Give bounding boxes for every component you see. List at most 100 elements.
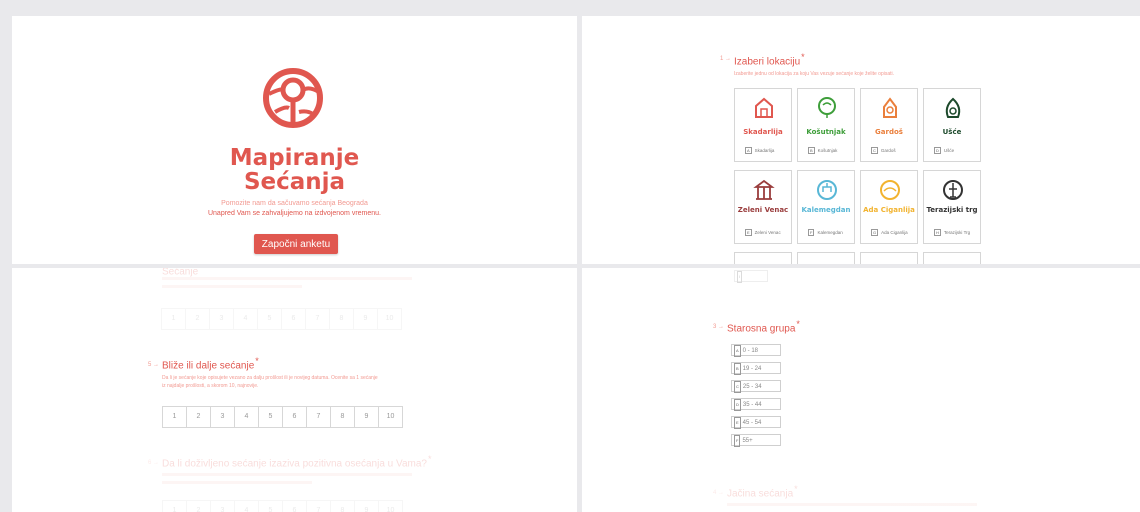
question-description-placeholder [162, 472, 422, 486]
start-survey-button[interactable]: Započni anketu [254, 234, 338, 254]
location-option-partial[interactable] [797, 252, 855, 264]
scale-option[interactable]: 3 [209, 308, 234, 330]
scale-option[interactable]: 5 [258, 500, 283, 512]
memory-question-panel: Sećanje* 1 2 3 4 5 6 7 8 9 10 5 → Bliže … [12, 268, 577, 512]
scale-option[interactable]: 3 [210, 500, 235, 512]
age-option-25-34[interactable]: C 25 - 34 [731, 380, 781, 393]
location-option-label: B Košutnjak [808, 147, 837, 154]
scale-option-2[interactable]: 2 [186, 406, 211, 428]
age-question-panel: I 3 → Starosna grupa* A0 - 18 B 19 - 24 C… [582, 268, 1140, 512]
option-text: 35 - 44 [742, 402, 762, 408]
tower-icon [883, 97, 897, 118]
scale-option[interactable]: 1 [162, 500, 187, 512]
rating-scale: 1 2 3 4 5 6 7 8 9 10 [162, 406, 403, 428]
location-option-usce[interactable]: Ušće D Ušće [923, 88, 981, 162]
location-option-ada-ciganlija[interactable]: Ada Ciganlija G Ada Ciganlija [860, 170, 918, 244]
location-name: Ada Ciganlija [863, 206, 915, 214]
question-title-text: Izaberi lokaciju [734, 56, 801, 68]
scale-option-10[interactable]: 10 [378, 406, 403, 428]
scale-option-7[interactable]: 7 [306, 406, 331, 428]
location-option-label: E Zeleni Venac [745, 229, 781, 236]
scale-option-8[interactable]: 8 [330, 406, 355, 428]
question-title: Da li doživljeno sećanje izaziva pozitiv… [162, 454, 431, 469]
location-question-panel: 1 → Izaberi lokaciju* Izaberite jednu od… [582, 16, 1140, 264]
scale-option[interactable]: 7 [306, 500, 331, 512]
location-option-label: G Ada Ciganlija [871, 229, 908, 236]
question-description-line1: Da li je sećanje koje opisujete vezano z… [162, 375, 378, 381]
question-title-text: Starosna grupa [727, 323, 796, 335]
scale-option[interactable]: 6 [282, 500, 307, 512]
location-option-label: A Skadarlija [745, 147, 774, 154]
scale-option-3[interactable]: 3 [210, 406, 235, 428]
option-key: F [808, 229, 815, 236]
scale-option[interactable]: 5 [257, 308, 282, 330]
fountain-icon [943, 180, 963, 200]
location-name: Skadarlija [743, 128, 783, 136]
scale-option-9[interactable]: 9 [354, 406, 379, 428]
age-option-0-18[interactable]: A0 - 18 [731, 344, 781, 357]
partial-option[interactable]: I [734, 270, 768, 283]
scale-option[interactable]: 2 [185, 308, 210, 330]
welcome-subtitle: Pomozite nam da sačuvamo sećanja Beograd… [221, 200, 368, 207]
option-key: A [734, 345, 741, 357]
question-title: Bliže ili dalje sećanje* [162, 356, 259, 371]
location-option-zeleni-venac[interactable]: Zeleni Venac E Zeleni Venac [734, 170, 792, 244]
option-text: Terazijski Trg [943, 230, 971, 235]
option-key: D [934, 147, 941, 154]
question-title: Starosna grupa* [727, 319, 800, 334]
location-name: Ušće [942, 128, 962, 136]
question-description-line2: iz najdalje prošlosti, a skorom 10, najn… [162, 383, 259, 389]
option-text: Zeleni Venac [754, 230, 781, 235]
option-text: Ada Ciganlija [881, 230, 908, 235]
location-option-skadarlija[interactable]: Skadarlija A Skadarlija [734, 88, 792, 162]
scale-option[interactable]: 9 [353, 308, 378, 330]
rating-scale-next: 1 2 3 4 5 6 7 8 9 10 [162, 500, 403, 512]
question-number: 6 → [148, 460, 160, 466]
scale-option[interactable]: 1 [161, 308, 186, 330]
age-option-35-44[interactable]: D 35 - 44 [731, 398, 781, 411]
location-option-terazijski-trg[interactable]: Terazijski trg H Terazijski Trg [923, 170, 981, 244]
scale-option[interactable]: 10 [378, 500, 403, 512]
option-key: F [734, 435, 741, 447]
location-option-partial[interactable] [734, 252, 792, 264]
sun-icon [880, 180, 900, 200]
age-option-45-54[interactable]: E 45 - 54 [731, 416, 781, 429]
location-name: Gardoš [875, 128, 903, 136]
location-option-partial[interactable] [860, 252, 918, 264]
scale-option[interactable]: 9 [354, 500, 379, 512]
scale-option-4[interactable]: 4 [234, 406, 259, 428]
required-marker: * [796, 319, 800, 329]
required-marker: * [199, 268, 203, 272]
location-option-kosutnjak[interactable]: Košutnjak B Košutnjak [797, 88, 855, 162]
option-text: 55+ [742, 438, 753, 444]
scale-option-6[interactable]: 6 [282, 406, 307, 428]
location-name: Zeleni Venac [737, 206, 789, 214]
location-option-kalemegdan[interactable]: Kalemegdan F Kalemegdan [797, 170, 855, 244]
scale-option[interactable]: 10 [377, 308, 402, 330]
scale-option[interactable]: 2 [186, 500, 211, 512]
scale-option[interactable]: 8 [329, 308, 354, 330]
question-description: Izaberite jednu od lokacija za koju Vas … [734, 71, 894, 77]
option-key: A [745, 147, 752, 154]
tree-icon [818, 97, 836, 118]
question-title-text: Da li doživljeno sećanje izaziva pozitiv… [162, 458, 427, 470]
scale-option[interactable]: 8 [330, 500, 355, 512]
scale-option-5[interactable]: 5 [258, 406, 283, 428]
option-text: 19 - 24 [742, 366, 762, 372]
age-option-55-plus[interactable]: F 55+ [731, 434, 781, 447]
option-key: H [934, 229, 941, 236]
scale-option[interactable]: 7 [305, 308, 330, 330]
age-option-19-24[interactable]: B 19 - 24 [731, 362, 781, 375]
location-option-label: H Terazijski Trg [934, 229, 970, 236]
location-name: Košutnjak [806, 128, 846, 136]
scale-option[interactable]: 6 [281, 308, 306, 330]
question-number: 1 → [720, 56, 732, 62]
rating-scale-prev: 1 2 3 4 5 6 7 8 9 10 [161, 308, 402, 330]
question-description-placeholder [727, 502, 987, 508]
scale-option[interactable]: 4 [234, 500, 259, 512]
location-option-gardos[interactable]: Gardoš C Gardoš [860, 88, 918, 162]
scale-option-1[interactable]: 1 [162, 406, 187, 428]
scale-option[interactable]: 4 [233, 308, 258, 330]
location-option-partial[interactable] [923, 252, 981, 264]
option-text: Ušće [943, 148, 955, 153]
